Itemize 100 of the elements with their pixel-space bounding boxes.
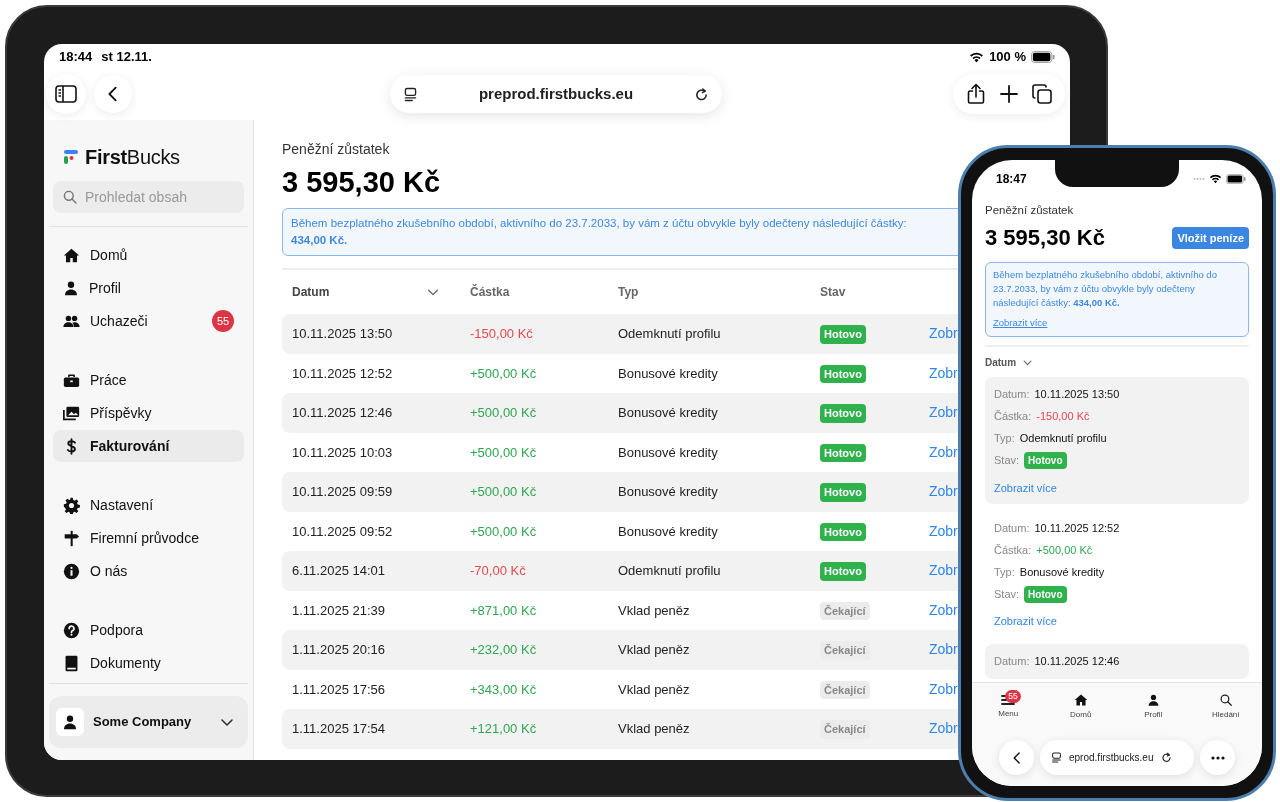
sidebar-item[interactable]: Nastavení	[53, 489, 244, 521]
sidebar-item[interactable]: Příspěvky	[53, 397, 244, 429]
field-value: 10.11.2025 12:52	[1034, 520, 1120, 536]
field-label: Částka:	[994, 542, 1032, 558]
show-more-link[interactable]: Zobrazit více	[993, 316, 1048, 331]
balance-amount: 3 595,30 Kč	[985, 224, 1105, 253]
field-label: Částka:	[994, 409, 1032, 425]
status-date: st 12.11.	[101, 48, 152, 67]
user-icon	[62, 714, 78, 730]
table-cell: 6.11.2025 14:01	[292, 563, 385, 578]
sidebar-toggle-button[interactable]	[46, 74, 86, 114]
table-cell: 10.11.2025 09:59	[292, 484, 393, 499]
status-badge: Hotovo	[820, 562, 866, 581]
nav-tab[interactable]: Profil	[1125, 692, 1182, 721]
balance-label: Peněžní zůstatek	[282, 140, 390, 159]
details-link[interactable]: Zobr	[929, 441, 958, 463]
account-switcher[interactable]: Some Company	[49, 696, 248, 748]
field-value: Bonusové kredity	[1019, 564, 1105, 580]
field-value: +500,00 Kč	[1036, 542, 1093, 558]
field-value: 10.11.2025 13:50	[1034, 387, 1120, 403]
sidebar-item[interactable]: Profil	[53, 272, 244, 304]
question-icon	[63, 621, 80, 639]
battery-icon	[1031, 51, 1055, 63]
url-text: preprod.firstbucks.eu	[477, 83, 635, 104]
status-time: 18:44	[59, 48, 93, 67]
status-badge: Hotovo	[1024, 585, 1067, 603]
page-menu-icon[interactable]	[402, 85, 419, 103]
column-header: Typ	[618, 284, 639, 301]
status-badge: Hotovo	[820, 522, 866, 541]
table-cell: +500,00 Kč	[470, 523, 537, 539]
status-badge: Čekající	[820, 641, 870, 660]
sidebar-item[interactable]: Fakturování	[53, 430, 244, 462]
logo-icon	[63, 149, 79, 165]
sidebar-item[interactable]: Podpora	[53, 614, 244, 646]
table-cell: 10.11.2025 09:52	[292, 523, 393, 539]
signal-icon	[1193, 177, 1205, 181]
table-cell: Odemknutí profilu	[618, 326, 721, 341]
table-cell: Vklad peněz	[618, 642, 690, 657]
home-icon	[63, 246, 80, 264]
more-icon	[1210, 755, 1225, 760]
address-bar[interactable]: eprod.firstbucks.eu	[1040, 740, 1194, 775]
field-label: Datum:	[994, 520, 1030, 536]
field-label: Datum:	[994, 387, 1030, 403]
page-menu-icon[interactable]	[1050, 751, 1063, 764]
table-cell: Bonusové kredity	[618, 365, 718, 381]
table-cell: +232,00 Kč	[470, 642, 537, 657]
address-bar[interactable]: preprod.firstbucks.eu	[390, 75, 722, 113]
share-icon[interactable]	[966, 83, 986, 105]
table-cell: 1.11.2025 17:56	[292, 681, 385, 697]
count-badge: 55	[212, 310, 234, 332]
wifi-icon	[969, 51, 985, 63]
status-badge: Hotovo	[820, 404, 866, 423]
url-text: eprod.firstbucks.eu	[1069, 751, 1154, 765]
status-badge: Hotovo	[820, 443, 866, 462]
field-value: 10.11.2025 12:46	[1034, 654, 1120, 670]
table-cell: Bonusové kredity	[618, 484, 718, 499]
user-icon	[63, 280, 79, 296]
notice-text: Během bezplatného zkušebního období, aktivního do 23.7.2033, by vám z účtu obvykle byly odečteny následující částky: 434,00 Kč.	[993, 268, 1218, 311]
gear-icon	[63, 496, 80, 514]
table-cell: Odemknutí profilu	[618, 563, 721, 578]
home-icon	[1073, 692, 1088, 707]
table-cell: 10.11.2025 10:03	[292, 444, 393, 460]
table-cell: 1.11.2025 21:39	[292, 602, 385, 618]
tabs-icon[interactable]	[1032, 84, 1052, 104]
table-cell: -70,00 Kč	[470, 563, 526, 578]
status-badge: Hotovo	[820, 364, 866, 383]
status-badge: Čekající	[820, 680, 870, 699]
search-field[interactable]: Prohledat obsah	[53, 181, 244, 213]
table-cell: +871,00 Kč	[470, 602, 537, 618]
sidebar-item[interactable]: Práce	[53, 364, 244, 396]
sidebar-item[interactable]: Uchazeči 55	[53, 305, 244, 337]
column-header: Stav	[820, 284, 846, 301]
plus-icon[interactable]	[1000, 85, 1018, 103]
field-label: Stav:	[994, 586, 1020, 602]
table-cell: +500,00 Kč	[470, 365, 537, 381]
sidebar-item[interactable]: Domů	[53, 239, 244, 271]
deposit-button[interactable]: Vložit peníze	[1172, 226, 1249, 249]
field-value: -150,00 Kč	[1036, 409, 1090, 425]
sidebar-item[interactable]: O nás	[53, 555, 244, 587]
sidebar-item[interactable]: Firemní průvodce	[53, 522, 244, 554]
details-link[interactable]: Zobr	[929, 599, 958, 621]
details-link[interactable]: Zobrazit více	[994, 613, 1057, 630]
reload-icon[interactable]	[1159, 751, 1173, 764]
book-icon	[63, 654, 80, 672]
nav-tab[interactable]: Hledání	[1197, 692, 1254, 721]
status-badge: Hotovo	[1024, 452, 1067, 469]
nav-tab[interactable]: Domů	[1052, 692, 1109, 721]
table-cell: 1.11.2025 17:54	[292, 721, 385, 736]
details-link[interactable]: Zobr	[929, 678, 958, 700]
details-link[interactable]: Zobr	[929, 362, 958, 384]
table-cell: 1.11.2025 20:16	[292, 642, 385, 657]
details-link[interactable]: Zobr	[929, 520, 958, 542]
sidebar-item[interactable]: Dokumenty	[53, 647, 244, 679]
table-cell: +343,00 Kč	[470, 681, 537, 697]
signpost-icon	[63, 529, 80, 547]
reload-icon[interactable]	[693, 85, 710, 103]
field-label: Stav:	[994, 453, 1020, 469]
more-button[interactable]	[1200, 740, 1235, 775]
sidebar-icon	[55, 85, 77, 103]
sort-label: Datum	[985, 356, 1017, 370]
